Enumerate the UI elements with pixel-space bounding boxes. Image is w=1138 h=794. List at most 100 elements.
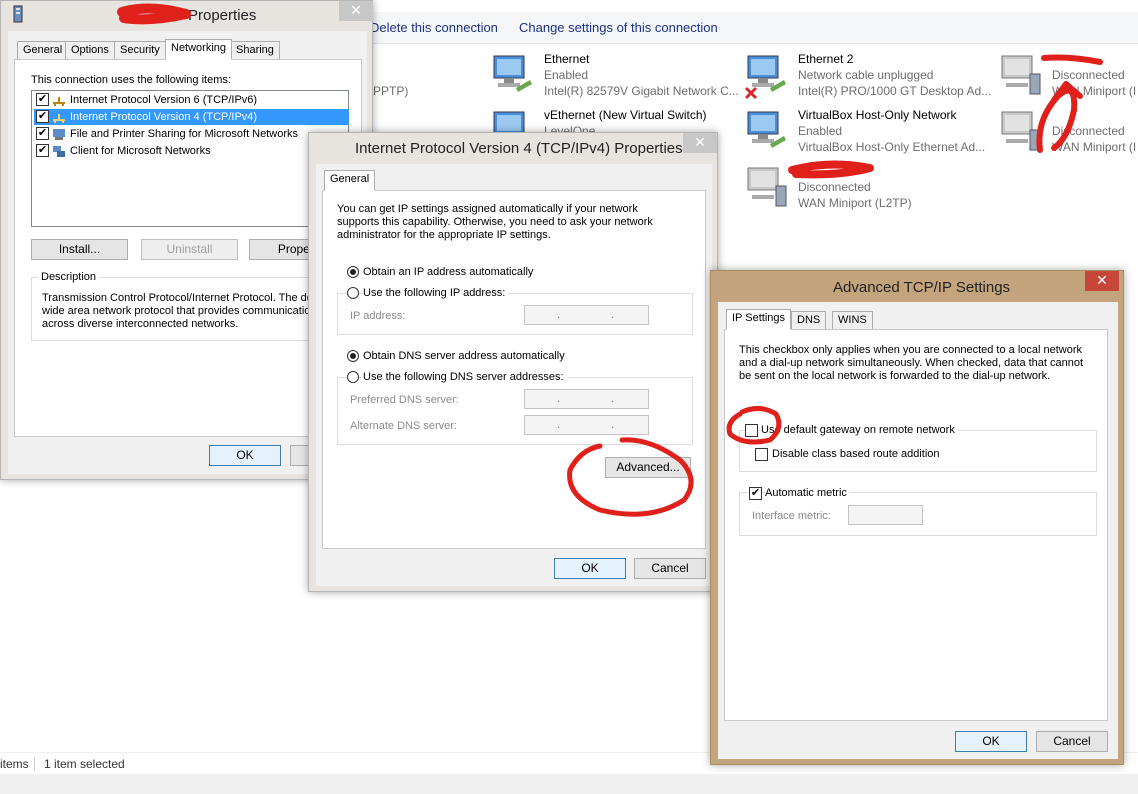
- gateway-group: Disable class based route addition: [739, 430, 1097, 472]
- client-network-icon: [53, 146, 65, 157]
- interface-metric-field[interactable]: [848, 505, 923, 525]
- network-adapter-icon: [13, 5, 23, 23]
- obtain-ip-auto-radio[interactable]: [347, 266, 359, 278]
- delete-connection-command[interactable]: Delete this connection: [370, 20, 498, 35]
- cancel-button[interactable]: Cancel: [1036, 731, 1108, 752]
- network-adapter-icon: [747, 111, 786, 148]
- wan-miniport-icon: [1001, 55, 1041, 95]
- dialog-title: Advanced TCP/IP Settings: [833, 279, 1011, 296]
- connection-item-wan-2[interactable]: Disconnected WAN Miniport (I: [998, 108, 1138, 158]
- close-button[interactable]: ✕: [1085, 271, 1119, 291]
- item-label: Internet Protocol Version 6 (TCP/IPv6): [70, 94, 258, 106]
- obtain-dns-auto-radio[interactable]: [347, 350, 359, 362]
- connection-status: Disconnected: [798, 180, 871, 194]
- use-following-dns-radio[interactable]: [347, 371, 359, 383]
- connection-status: Network cable unplugged: [798, 68, 934, 82]
- item-checkbox[interactable]: ✔: [36, 93, 49, 106]
- connection-item-wan-l2tp[interactable]: Disconnected WAN Miniport (L2TP): [744, 164, 994, 214]
- connection-name: Ethernet 2: [798, 52, 854, 66]
- connection-status: Disconnected: [1052, 68, 1125, 82]
- info-text: This checkbox only applies when you are …: [739, 344, 1084, 382]
- partial-device-text: PPTP): [373, 84, 409, 98]
- alternate-dns-label: Alternate DNS server:: [350, 420, 457, 432]
- static-dns-group: Preferred DNS server: . . . Alternate DN…: [337, 377, 693, 445]
- item-label: File and Printer Sharing for Microsoft N…: [70, 128, 299, 140]
- connection-status: Enabled: [544, 68, 589, 82]
- connection-item-ethernet[interactable]: Ethernet Enabled Intel(R) 82579V Gigabit…: [490, 52, 740, 102]
- item-label: Client for Microsoft Networks: [70, 145, 211, 157]
- dialog-client: General You can get IP settings assigned…: [316, 164, 712, 586]
- advanced-button[interactable]: Advanced...: [605, 457, 691, 478]
- ok-button[interactable]: OK: [209, 445, 281, 466]
- obtain-dns-auto-label: Obtain DNS server address automatically: [363, 350, 565, 362]
- use-default-gateway-checkbox[interactable]: [745, 424, 758, 437]
- disable-class-route-label: Disable class based route addition: [772, 448, 940, 460]
- items-label: This connection uses the following items…: [31, 74, 231, 86]
- connection-device: WAN Miniport (I: [1052, 140, 1137, 154]
- taskbar-strip: [0, 774, 1138, 794]
- preferred-dns-field[interactable]: . . .: [524, 389, 649, 409]
- connection-device: Intel(R) 82579V Gigabit Network C...: [544, 84, 739, 98]
- close-button[interactable]: ✕: [683, 133, 717, 153]
- connection-item-wan-1[interactable]: Disconnected WAN Miniport (I: [998, 52, 1138, 102]
- items-list[interactable]: ✔ Internet Protocol Version 6 (TCP/IPv6)…: [31, 90, 349, 227]
- connection-status: Enabled: [798, 124, 843, 138]
- status-items-count: items: [0, 757, 29, 771]
- description-group: Description Transmission Control Protoco…: [31, 271, 349, 341]
- ipv4-properties-dialog: Internet Protocol Version 4 (TCP/IPv4) P…: [308, 132, 718, 592]
- change-settings-command[interactable]: Change settings of this connection: [519, 20, 718, 35]
- tab-options[interactable]: Options: [65, 41, 115, 60]
- protocol-icon: [53, 97, 65, 106]
- wan-miniport-icon: [1001, 111, 1041, 151]
- item-checkbox[interactable]: ✔: [36, 127, 49, 140]
- uninstall-button[interactable]: Uninstall: [141, 239, 238, 260]
- item-label: Internet Protocol Version 4 (TCP/IPv4): [70, 111, 258, 123]
- static-ip-group: IP address: . . .: [337, 293, 693, 335]
- ip-settings-panel: This checkbox only applies when you are …: [724, 329, 1108, 721]
- connection-device: Intel(R) PRO/1000 GT Desktop Ad...: [798, 84, 992, 98]
- advanced-tcpip-dialog: Advanced TCP/IP Settings ✕ IP Settings D…: [710, 270, 1124, 765]
- disable-class-route-checkbox[interactable]: [755, 448, 768, 461]
- list-item[interactable]: ✔ Client for Microsoft Networks: [34, 143, 349, 159]
- list-item[interactable]: ✔ Internet Protocol Version 4 (TCP/IPv4): [34, 109, 349, 125]
- item-checkbox[interactable]: ✔: [36, 110, 49, 123]
- tab-security[interactable]: Security: [114, 41, 166, 60]
- ip-address-label: IP address:: [350, 310, 406, 322]
- install-button[interactable]: Install...: [31, 239, 128, 260]
- printer-sharing-icon: [53, 129, 65, 140]
- tab-dns[interactable]: DNS: [791, 311, 827, 330]
- dialog-title: Properties: [188, 7, 257, 24]
- automatic-metric-label: Automatic metric: [765, 487, 850, 499]
- preferred-dns-label: Preferred DNS server:: [350, 394, 459, 406]
- tab-general[interactable]: General: [17, 41, 69, 60]
- connection-name: Ethernet: [544, 52, 590, 66]
- tab-networking[interactable]: Networking: [165, 39, 233, 60]
- ip-address-field[interactable]: . . .: [524, 305, 649, 325]
- automatic-metric-checkbox[interactable]: ✔: [749, 487, 762, 500]
- tab-wins[interactable]: WINS: [832, 311, 873, 330]
- close-button[interactable]: ✕: [339, 1, 373, 21]
- tab-ip-settings[interactable]: IP Settings: [726, 309, 791, 330]
- connection-device: WAN Miniport (L2TP): [798, 196, 912, 210]
- connection-item-ethernet-2[interactable]: Ethernet 2 Network cable unplugged Intel…: [744, 52, 994, 102]
- connection-item-virtualbox[interactable]: VirtualBox Host-Only Network Enabled Vir…: [744, 108, 994, 158]
- obtain-ip-auto-label: Obtain an IP address automatically: [363, 266, 534, 278]
- connection-name: VirtualBox Host-Only Network: [798, 108, 957, 122]
- use-following-ip-radio[interactable]: [347, 287, 359, 299]
- wan-miniport-icon: [747, 167, 787, 207]
- item-checkbox[interactable]: ✔: [36, 144, 49, 157]
- ok-button[interactable]: OK: [554, 558, 626, 579]
- list-item[interactable]: ✔ Internet Protocol Version 6 (TCP/IPv6): [34, 92, 349, 108]
- ok-button[interactable]: OK: [955, 731, 1027, 752]
- interface-metric-label: Interface metric:: [752, 510, 831, 522]
- connection-status: Disconnected: [1052, 124, 1125, 138]
- list-item[interactable]: ✔ File and Printer Sharing for Microsoft…: [34, 126, 349, 142]
- use-following-ip-label: Use the following IP address:: [363, 287, 509, 299]
- alternate-dns-field[interactable]: . . .: [524, 415, 649, 435]
- tab-general[interactable]: General: [324, 170, 376, 191]
- tab-sharing[interactable]: Sharing: [230, 41, 280, 60]
- status-separator: [34, 757, 35, 771]
- connection-name: vEthernet (New Virtual Switch): [544, 108, 707, 122]
- cancel-button[interactable]: Cancel: [634, 558, 706, 579]
- use-following-dns-label: Use the following DNS server addresses:: [363, 371, 567, 383]
